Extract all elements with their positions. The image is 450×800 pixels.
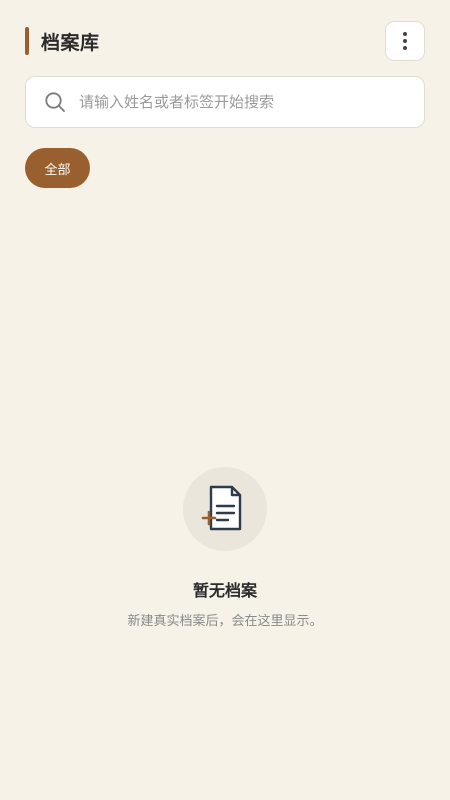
add-document-icon (201, 485, 242, 531)
more-vertical-icon-dot (403, 46, 407, 50)
search-icon (45, 92, 65, 112)
more-vertical-icon-dot (403, 39, 407, 43)
page-title: 档案库 (41, 31, 100, 54)
more-options-button[interactable] (385, 21, 425, 61)
title-group: 档案库 (25, 27, 100, 55)
filter-chip-all[interactable]: 全部 (25, 148, 90, 188)
empty-state-icon-circle (183, 467, 267, 551)
empty-state-title: 暂无档案 (192, 581, 257, 600)
archive-screen: 档案库 全部 暂无档案 新建真 (0, 0, 450, 800)
more-vertical-icon (403, 32, 407, 36)
filter-chip-label: 全部 (44, 162, 71, 178)
search-bar[interactable] (25, 76, 425, 128)
empty-state: 暂无档案 新建真实档案后，会在这里显示。 (0, 467, 450, 629)
title-accent-bar (25, 27, 29, 55)
search-input[interactable] (79, 93, 399, 111)
header: 档案库 (25, 21, 425, 61)
empty-state-description: 新建真实档案后，会在这里显示。 (127, 614, 323, 629)
